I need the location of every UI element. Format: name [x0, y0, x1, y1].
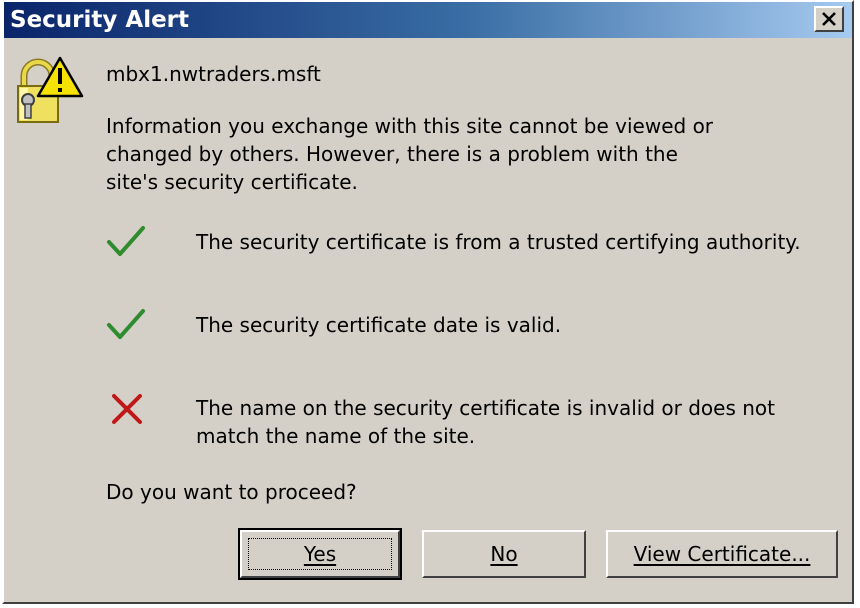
focus-rectangle [248, 538, 392, 570]
cross-icon [112, 394, 142, 424]
info-message: Information you exchange with this site … [106, 112, 806, 196]
close-icon [822, 12, 836, 26]
check-line: The name on the security certificate is … [196, 396, 775, 420]
check-text-trusted-authority: The security certificate is from a trust… [196, 230, 801, 254]
proceed-question: Do you want to proceed? [106, 480, 357, 504]
yes-button[interactable]: Yes [238, 528, 402, 580]
security-alert-dialog: Security Alert mbx1.nwtraders.msft Infor… [2, 0, 854, 604]
site-name: mbx1.nwtraders.msft [106, 62, 321, 86]
view-certificate-button-label: View Certificate... [633, 542, 811, 566]
check-line: match the name of the site. [196, 424, 476, 448]
security-lock-warning-icon [17, 56, 84, 123]
no-button-label: No [490, 542, 518, 566]
info-line: changed by others. However, there is a p… [106, 142, 678, 166]
check-icon [107, 226, 145, 256]
no-button[interactable]: No [422, 530, 586, 578]
info-line: site's security certificate. [106, 170, 358, 194]
check-text-date-valid: The security certificate date is valid. [196, 313, 562, 337]
info-line: Information you exchange with this site … [106, 114, 714, 138]
close-button[interactable] [814, 6, 844, 32]
window-title: Security Alert [10, 7, 190, 33]
check-text-name-invalid: The name on the security certificate is … [196, 394, 846, 450]
check-icon [107, 309, 145, 339]
view-certificate-button[interactable]: View Certificate... [606, 530, 838, 578]
title-bar[interactable]: Security Alert [4, 2, 852, 38]
